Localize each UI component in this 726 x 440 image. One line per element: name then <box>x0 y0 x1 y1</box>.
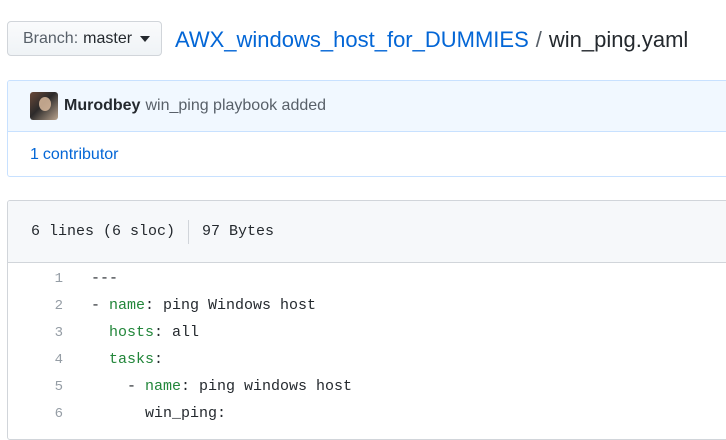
file-info-bar: 6 lines (6 sloc) 97 Bytes <box>8 201 726 263</box>
code-line: 1 --- <box>8 265 726 292</box>
line-content: --- <box>63 270 118 287</box>
line-number[interactable]: 6 <box>8 406 63 422</box>
yaml-key: name <box>109 297 146 314</box>
indent: - <box>91 378 146 395</box>
yaml-value: : ping Windows host <box>145 297 317 314</box>
line-number[interactable]: 2 <box>8 298 63 314</box>
commit-author[interactable]: Murodbey <box>64 97 140 115</box>
yaml-value: : all <box>154 324 200 341</box>
contributors-label: contributor <box>42 146 119 163</box>
yaml-key: name <box>145 378 182 395</box>
caret-down-icon <box>140 35 151 42</box>
code-line: 2 - name: ping Windows host <box>8 292 726 319</box>
lines-info: 6 lines (6 sloc) <box>31 223 176 240</box>
code-line: 5 - name: ping windows host <box>8 373 726 400</box>
branch-select-button[interactable]: Branch: master <box>7 21 162 56</box>
contributors-count: 1 <box>30 146 39 163</box>
line-content: win_ping: <box>63 405 226 422</box>
branch-label: Branch: <box>23 29 79 47</box>
line-number[interactable]: 5 <box>8 379 63 395</box>
line-number[interactable]: 4 <box>8 352 63 368</box>
breadcrumb: AWX_windows_host_for_DUMMIES / win_ping.… <box>175 27 688 53</box>
line-content: hosts: all <box>63 324 199 341</box>
line-content: tasks: <box>63 351 163 368</box>
latest-commit-box: Murodbey win_ping playbook added 1 contr… <box>7 80 726 177</box>
commit-message[interactable]: win_ping playbook added <box>145 97 326 115</box>
yaml-key: tasks <box>109 351 155 368</box>
line-content: - name: ping windows host <box>63 378 352 395</box>
contributors-link[interactable]: 1 contributor <box>8 132 726 176</box>
breadcrumb-separator: / <box>535 27 542 52</box>
code-line: 3 hosts: all <box>8 319 726 346</box>
code-line: 6 win_ping: <box>8 400 726 427</box>
branch-value: master <box>83 29 133 47</box>
line-content: - name: ping Windows host <box>63 297 316 314</box>
code-line: 4 tasks: <box>8 346 726 373</box>
commit-summary: Murodbey win_ping playbook added <box>8 81 726 132</box>
yaml-value: --- <box>91 270 119 287</box>
avatar[interactable] <box>30 92 58 120</box>
yaml-value: win_ping: <box>145 405 227 422</box>
yaml-key: hosts <box>109 324 155 341</box>
file-size: 97 Bytes <box>202 223 275 240</box>
code-block: 1 --- 2 - name: ping Windows host 3 host… <box>8 263 726 427</box>
yaml-value: : <box>154 351 164 368</box>
divider <box>188 219 190 244</box>
file-name: win_ping.yaml <box>548 27 689 52</box>
repo-link[interactable]: AWX_windows_host_for_DUMMIES <box>175 27 529 53</box>
line-number[interactable]: 1 <box>8 271 63 287</box>
indent: - <box>91 297 110 314</box>
yaml-value: : ping windows host <box>181 378 353 395</box>
file-viewer: 6 lines (6 sloc) 97 Bytes 1 --- 2 - name… <box>7 200 726 440</box>
line-number[interactable]: 3 <box>8 325 63 341</box>
